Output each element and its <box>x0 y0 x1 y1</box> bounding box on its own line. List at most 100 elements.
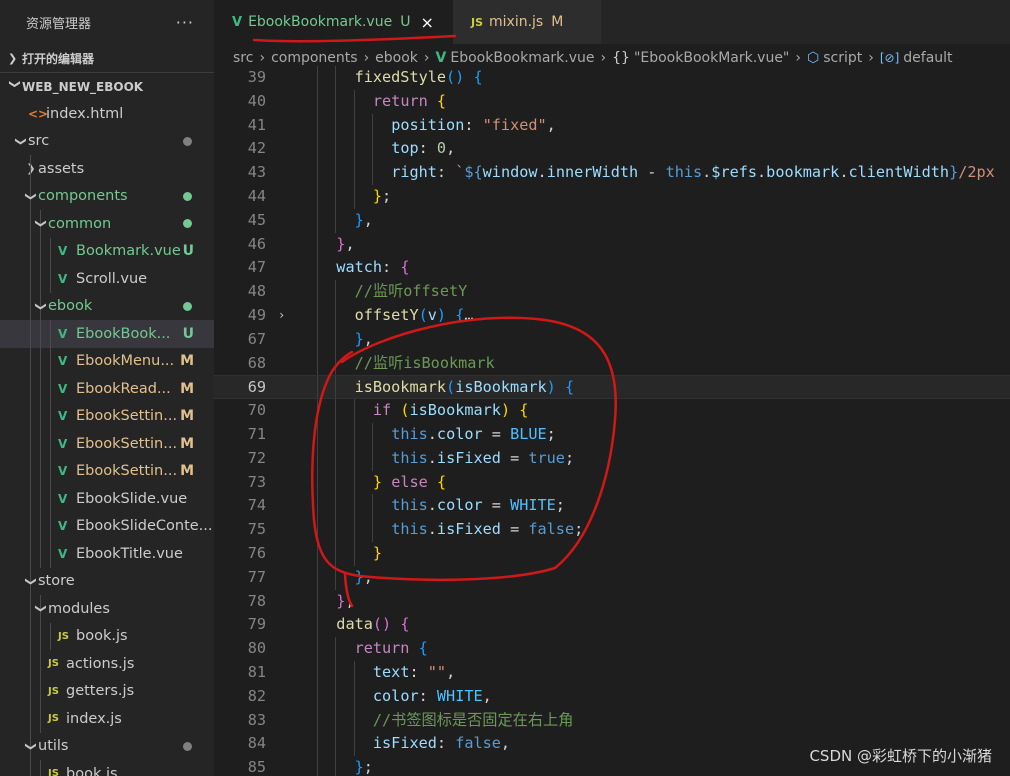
tree-file[interactable]: V EbookTitle.vue <box>0 540 214 568</box>
indent-guide <box>335 376 337 399</box>
code-line[interactable]: 67}, <box>214 327 1010 352</box>
tree-file[interactable]: JS book.js <box>0 760 214 776</box>
vue-file-icon: V <box>58 271 68 286</box>
tree-folder[interactable]: ❯ modules <box>0 595 214 623</box>
tree-file[interactable]: V Bookmark.vue U <box>0 237 214 265</box>
code-line[interactable]: 72 this.isFixed = true; <box>214 446 1010 471</box>
code-token: , <box>345 591 355 610</box>
tree-folder[interactable]: ❯ components <box>0 182 214 210</box>
code-line[interactable]: 69 isBookmark(isBookmark) { <box>214 375 1010 400</box>
tree-file[interactable]: V EbookSlideConte... <box>0 512 214 540</box>
code-line[interactable]: 70 if (isBookmark) { <box>214 399 1010 423</box>
code-line[interactable]: 83 //书签图标是否固定在右上角 <box>214 708 1010 733</box>
tree-folder[interactable]: ❯ ebook <box>0 292 214 320</box>
code-line[interactable]: 42 top: 0, <box>214 137 1010 162</box>
tree-file[interactable]: V EbookRead... M <box>0 375 214 403</box>
breadcrumb-script[interactable]: script <box>823 50 862 66</box>
code-token: isBookmark <box>455 378 547 397</box>
tree-file[interactable]: V EbookSettin... M <box>0 402 214 430</box>
tree-file[interactable]: V EbookBook... U <box>0 320 214 348</box>
indent-guide <box>40 430 41 458</box>
indent-guide <box>50 402 51 430</box>
code-line[interactable]: 76} <box>214 541 1010 566</box>
code-token: ` <box>455 163 465 182</box>
code-line[interactable]: 71 this.color = BLUE; <box>214 422 1010 447</box>
tree-file[interactable]: JS index.js <box>0 705 214 733</box>
tab-mixin[interactable]: JS mixin.js M <box>453 0 601 44</box>
chevron-right-icon: › <box>423 50 430 66</box>
indent-guide <box>335 446 337 471</box>
code-line[interactable]: 43 right: `${window.innerWidth - this.$re… <box>214 161 1010 185</box>
tree-folder[interactable]: ❯ store <box>0 567 214 595</box>
tree-file[interactable]: V EbookSettin... M <box>0 430 214 458</box>
tree-folder[interactable]: ❯ utils <box>0 732 214 760</box>
code-line[interactable]: 73} else { <box>214 470 1010 495</box>
tree-folder[interactable]: ❯ src <box>0 128 214 156</box>
indent-guide <box>353 89 355 114</box>
code-line[interactable]: 48 //监听offsetY <box>214 280 1010 304</box>
code-line[interactable]: 47 watch: { <box>214 256 1010 281</box>
tree-file[interactable]: V EbookMenu... M <box>0 347 214 375</box>
code-token: , <box>363 567 373 586</box>
code-token: { <box>436 472 447 491</box>
tree-file[interactable]: JS actions.js <box>0 650 214 678</box>
project-section[interactable]: ❯ WEB_NEW_EBOOK <box>0 72 214 100</box>
code-line[interactable]: 77}, <box>214 565 1010 590</box>
close-icon[interactable]: × <box>420 13 433 32</box>
code-token: . <box>427 448 437 467</box>
indent-guide <box>317 376 318 399</box>
indent-guide <box>371 518 373 542</box>
code-line[interactable]: 68 //监听isBookmark <box>214 351 1010 376</box>
code-token: BLUE <box>510 424 547 443</box>
line-number: 83 <box>247 710 266 729</box>
tree-file[interactable]: V Scroll.vue <box>0 265 214 293</box>
code-line[interactable]: 49 › offsetY(v) {… <box>214 303 1010 328</box>
indent-guide <box>30 237 31 265</box>
code-line[interactable]: 80 return { <box>214 637 1010 661</box>
indent-guide <box>40 540 41 568</box>
open-editors-section[interactable]: ❯ 打开的编辑器 <box>0 44 214 72</box>
code-editor[interactable]: 39 fixedStyle() {40 return {41 position: "f… <box>214 66 1010 776</box>
code-line[interactable]: 46}, <box>214 232 1010 257</box>
tree-folder[interactable]: ❯ common <box>0 210 214 238</box>
fold-chevron-icon[interactable]: › <box>278 304 285 328</box>
explorer-header: 资源管理器 ··· <box>0 0 214 44</box>
tab-ebookbookmark[interactable]: V EbookBookmark.vue U × <box>214 0 453 44</box>
code-line[interactable]: 75 this.isFixed = false; <box>214 518 1010 542</box>
tree-file[interactable]: <> index.html <box>0 100 214 128</box>
indent-guide <box>335 66 337 90</box>
indent-guide <box>50 265 51 293</box>
code-token: 0 <box>436 139 447 158</box>
code-line[interactable]: 78}, <box>214 589 1010 614</box>
code-token: , <box>363 210 373 229</box>
code-token: $refs <box>711 163 758 182</box>
tree-item-label: Bookmark.vue <box>76 243 181 260</box>
code-text: watch: { <box>336 256 409 280</box>
code-token: if <box>372 401 392 420</box>
breadcrumb-default[interactable]: default <box>903 50 952 66</box>
code-line[interactable]: 74 this.color = WHITE; <box>214 494 1010 519</box>
code-line[interactable]: 44}; <box>214 184 1010 209</box>
code-line[interactable]: 45}, <box>214 208 1010 233</box>
code-token: . <box>427 496 437 515</box>
tree-item-label: EbookSlideConte... <box>76 518 213 535</box>
breadcrumb-ebook[interactable]: ebook <box>375 50 418 66</box>
breadcrumb-components[interactable]: components <box>271 50 358 66</box>
tree-folder[interactable]: ❯ assets <box>0 155 214 183</box>
breadcrumb-src[interactable]: src <box>233 50 253 66</box>
code-line[interactable]: 40 return { <box>214 89 1010 114</box>
indent-guide <box>317 660 318 685</box>
tree-file[interactable]: V EbookSlide.vue <box>0 485 214 513</box>
code-line[interactable]: 39 fixedStyle() { <box>214 66 1010 90</box>
code-line[interactable]: 79 data() { <box>214 613 1010 638</box>
breadcrumb-component[interactable]: "EbookBookMark.vue" <box>634 50 789 66</box>
code-line[interactable]: 82 color: WHITE, <box>214 684 1010 709</box>
code-line[interactable]: 81 text: "", <box>214 660 1010 685</box>
tree-file[interactable]: V EbookSettin... M <box>0 457 214 485</box>
code-line[interactable]: 41 position: "fixed", <box>214 113 1010 138</box>
tree-file[interactable]: JS book.js <box>0 622 214 650</box>
more-actions-icon[interactable]: ··· <box>176 13 194 32</box>
tree-file[interactable]: JS getters.js <box>0 677 214 705</box>
code-token: ; <box>555 496 565 515</box>
breadcrumb-file[interactable]: EbookBookmark.vue <box>450 50 594 66</box>
